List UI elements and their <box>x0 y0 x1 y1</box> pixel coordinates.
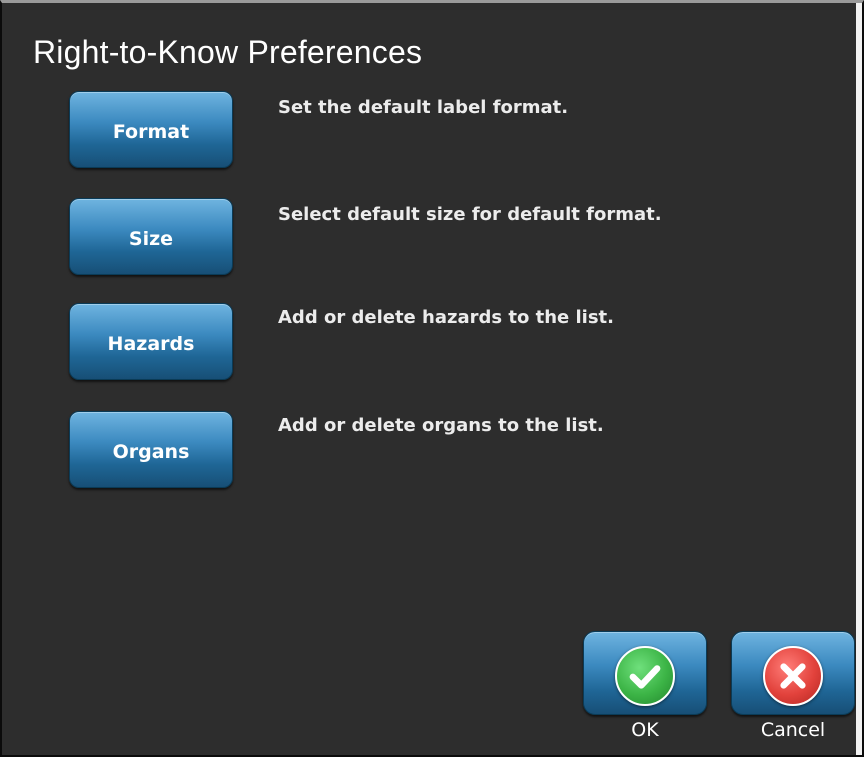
organs-button[interactable]: Organs <box>69 411 233 488</box>
format-description: Set the default label format. <box>278 97 569 118</box>
format-button[interactable]: Format <box>69 91 233 168</box>
cancel-label: Cancel <box>760 719 826 741</box>
ok-button[interactable] <box>583 631 707 715</box>
checkmark-icon <box>615 646 675 706</box>
size-button[interactable]: Size <box>69 198 233 275</box>
ok-label: OK <box>631 719 659 741</box>
page-title: Right-to-Know Preferences <box>33 34 423 70</box>
x-icon <box>763 646 823 706</box>
organs-description: Add or delete organs to the list. <box>278 415 604 436</box>
cancel-button[interactable] <box>731 631 855 715</box>
preferences-screen: Right-to-Know Preferences Format Set the… <box>0 0 864 757</box>
hazards-button[interactable]: Hazards <box>69 303 233 380</box>
size-description: Select default size for default format. <box>278 204 662 225</box>
hazards-description: Add or delete hazards to the list. <box>278 307 614 328</box>
